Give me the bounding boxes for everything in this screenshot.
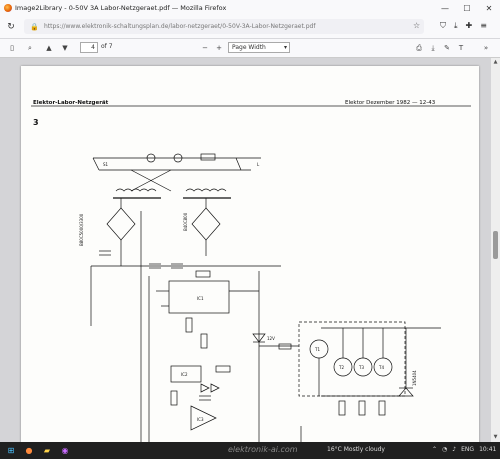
firefox-taskbar-icon[interactable]: ● — [22, 444, 36, 457]
next-page-icon[interactable]: ▼ — [60, 42, 70, 54]
vertical-scrollbar[interactable]: ▲ ▼ — [491, 58, 500, 442]
switch-label: S1 — [103, 162, 109, 167]
scroll-up-icon[interactable]: ▲ — [492, 59, 499, 66]
source-label: L — [257, 162, 260, 167]
window-titlebar: Image2Library - 0-50V 3A Labor-Netzgerae… — [0, 0, 500, 16]
download-icon[interactable]: ⤓ — [454, 21, 458, 31]
address-bar[interactable]: 🔒 https://www.elektronik-schaltungsplan.… — [24, 19, 424, 34]
tools-menu-icon[interactable]: » — [480, 42, 492, 54]
system-tray: ⌃ ◔ ♪ ENG 10:41 — [432, 446, 496, 453]
zoom-out-button[interactable]: − — [200, 42, 210, 54]
ic-main-label: IC1 — [197, 296, 204, 301]
maximize-button[interactable]: ☐ — [456, 0, 478, 16]
reload-icon[interactable]: ↻ — [4, 20, 18, 34]
zoom-in-button[interactable]: + — [214, 42, 224, 54]
bridge-2-label: B40C800 — [183, 212, 188, 231]
toolbar-right: ⛉ ⤓ ✚ ≡ — [440, 21, 487, 31]
zoom-select[interactable]: Page Width — [228, 42, 290, 53]
output-diode-label: 1N5404 — [412, 370, 417, 386]
tray-chevron-icon[interactable]: ⌃ — [432, 446, 437, 453]
media-icon[interactable]: ◉ — [58, 444, 72, 457]
navigation-bar: ↻ 🔒 https://www.elektronik-schaltungspla… — [0, 16, 500, 39]
file-explorer-icon[interactable]: ▰ — [40, 444, 54, 457]
page-number-input[interactable]: 4 — [80, 42, 98, 53]
url-text[interactable]: https://www.elektronik-schaltungsplan.de… — [44, 23, 315, 30]
watermark-text: elektronik-ai.com — [228, 445, 298, 454]
find-icon[interactable]: ⌕ — [24, 42, 36, 54]
bookmark-star-icon[interactable]: ☆ — [413, 21, 420, 30]
lock-icon[interactable]: 🔒 — [30, 23, 40, 31]
volume-icon[interactable]: ♪ — [452, 446, 456, 453]
bridge-1-label: B80C5000/3300 — [79, 213, 84, 246]
schematic-labels: B80C5000/3300 B40C800 IC1 IC2 IC3 T1 T2 … — [79, 162, 417, 422]
firefox-icon — [4, 4, 12, 12]
window-title: Image2Library - 0-50V 3A Labor-Netzgerae… — [15, 4, 227, 12]
save-icon[interactable]: ⤓ — [428, 42, 438, 54]
transistor-1-label: T1 — [314, 347, 320, 352]
page-count: of 7 — [101, 43, 113, 50]
transistor-4-label: T4 — [378, 365, 384, 370]
pdf-page: Elektor-Labor-Netzgerät Elektor Dezember… — [21, 66, 479, 442]
previous-page-icon[interactable]: ▲ — [44, 42, 54, 54]
transistor-2-label: T2 — [338, 365, 344, 370]
sidebar-toggle-icon[interactable]: ▯ — [6, 42, 18, 54]
tray-language[interactable]: ENG — [461, 446, 474, 453]
pdf-viewer[interactable]: Elektor-Labor-Netzgerät Elektor Dezember… — [0, 58, 500, 442]
shield-icon[interactable]: ⛉ — [440, 21, 446, 31]
scrollbar-thumb[interactable] — [493, 231, 498, 259]
pdf-toolbar: ▯ ⌕ ▲ ▼ 4 of 7 − + Page Width ⎙ ⤓ ✎ T » — [0, 39, 500, 58]
ic-regulator-label: IC2 — [181, 372, 188, 377]
ic-opamp-label: IC3 — [197, 417, 204, 422]
draw-icon[interactable]: ✎ — [442, 42, 452, 54]
transistor-3-label: T3 — [358, 365, 364, 370]
zener-diode-label: 12V — [267, 336, 275, 341]
menu-icon[interactable]: ≡ — [480, 21, 487, 31]
start-icon[interactable]: ⊞ — [4, 444, 18, 457]
close-button[interactable]: ✕ — [478, 0, 500, 16]
text-annotate-icon[interactable]: T — [456, 42, 466, 54]
scroll-down-icon[interactable]: ▼ — [492, 434, 499, 441]
print-icon[interactable]: ⎙ — [414, 42, 424, 54]
network-icon[interactable]: ◔ — [442, 446, 447, 453]
weather-widget[interactable]: 16°C Mostly cloudy — [327, 446, 385, 453]
tray-clock[interactable]: 10:41 — [479, 446, 496, 453]
extensions-icon[interactable]: ✚ — [466, 21, 473, 31]
minimize-button[interactable]: — — [434, 0, 456, 16]
